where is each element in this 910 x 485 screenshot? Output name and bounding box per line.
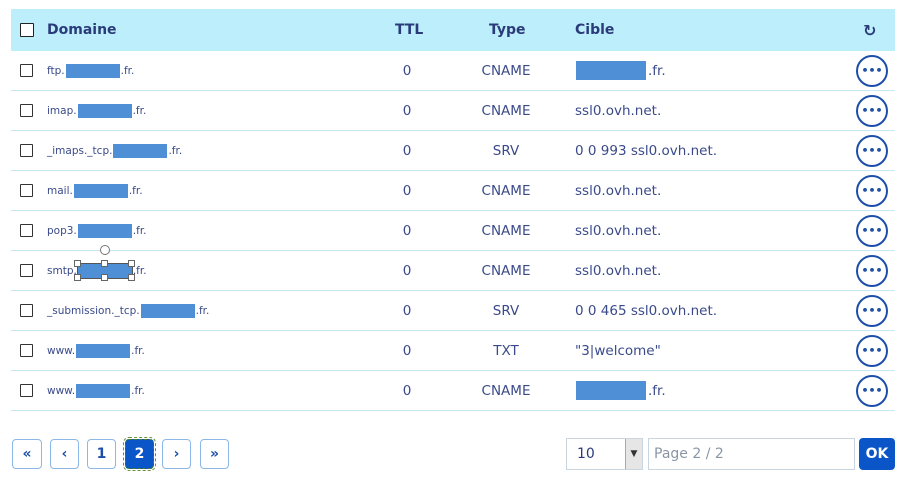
type-cell: CNAME: [481, 262, 531, 279]
table-row: imap. .fr. 0 CNAME ssl0.ovh.net. •••: [11, 91, 895, 131]
row-actions-button[interactable]: •••: [856, 214, 888, 247]
column-header-ttl[interactable]: TTL: [395, 22, 423, 38]
redaction-box: [65, 63, 120, 78]
ttl-cell: 0: [402, 382, 412, 399]
table-row: ftp. .fr. 0 CNAME .fr. •••: [11, 51, 895, 91]
cible-cell: ssl0.ovh.net.: [575, 102, 662, 119]
column-header-cible[interactable]: Cible: [575, 22, 614, 38]
column-header-domain[interactable]: Domaine: [47, 22, 117, 38]
row-checkbox[interactable]: [20, 224, 33, 237]
row-actions-button[interactable]: •••: [856, 294, 888, 327]
redaction-box: [76, 343, 131, 358]
dns-records-table: Domaine TTL Type Cible ↻ ftp. .fr. 0 CNAM…: [11, 9, 895, 411]
table-row: www. .fr. 0 CNAME .fr. •••: [11, 371, 895, 411]
first-page-button[interactable]: «: [12, 439, 42, 469]
redaction-box: [77, 223, 132, 238]
type-cell: CNAME: [481, 62, 531, 79]
page-size-value: 10: [577, 446, 595, 462]
row-checkbox[interactable]: [20, 264, 33, 277]
row-actions-button[interactable]: •••: [856, 334, 888, 367]
domain-cell: _submission._tcp. .fr.: [47, 303, 210, 318]
resize-handle[interactable]: [101, 260, 108, 267]
table-row: pop3. .fr. 0 CNAME ssl0.ovh.net. •••: [11, 211, 895, 251]
domain-cell: imap. .fr.: [47, 103, 147, 118]
redaction-box: [77, 103, 132, 118]
cible-cell: 0 0 993 ssl0.ovh.net.: [575, 142, 718, 159]
ttl-cell: 0: [402, 262, 412, 279]
row-checkbox[interactable]: [20, 64, 33, 77]
row-checkbox[interactable]: [20, 304, 33, 317]
row-actions-button[interactable]: •••: [856, 374, 888, 407]
row-actions-button[interactable]: •••: [856, 134, 888, 167]
row-actions-button[interactable]: •••: [856, 254, 888, 287]
cible-cell: ssl0.ovh.net.: [575, 222, 662, 239]
row-checkbox[interactable]: [20, 384, 33, 397]
chevron-down-icon[interactable]: ▼: [625, 439, 642, 469]
domain-cell: www. .fr.: [47, 343, 145, 358]
row-actions-button[interactable]: •••: [856, 94, 888, 127]
redaction-box: [76, 383, 131, 398]
table-header: Domaine TTL Type Cible ↻: [11, 9, 895, 51]
page-1-button[interactable]: 1: [87, 439, 116, 469]
ttl-cell: 0: [402, 62, 412, 79]
resize-handle[interactable]: [74, 274, 81, 281]
last-page-button[interactable]: »: [200, 439, 229, 469]
redaction-box: [576, 61, 646, 80]
cible-cell: .fr.: [575, 61, 666, 80]
domain-cell: _imaps._tcp. .fr.: [47, 143, 183, 158]
ttl-cell: 0: [402, 342, 412, 359]
redaction-box: [73, 183, 128, 198]
redaction-box: [113, 143, 168, 158]
redaction-box: [140, 303, 195, 318]
column-header-type[interactable]: Type: [489, 22, 526, 38]
ttl-cell: 0: [402, 222, 412, 239]
table-row: www. .fr. 0 TXT "3|welcome" •••: [11, 331, 895, 371]
ttl-cell: 0: [402, 182, 412, 199]
resize-handle[interactable]: [74, 260, 81, 267]
table-row: smtp. .fr. 0 CNAME ssl0.ovh.net. •••: [11, 245, 895, 291]
domain-cell: ftp. .fr.: [47, 63, 135, 78]
row-actions-button[interactable]: •••: [856, 54, 888, 87]
previous-page-button[interactable]: ‹: [50, 439, 79, 469]
rotate-handle[interactable]: [100, 245, 110, 255]
resize-handle[interactable]: [128, 274, 135, 281]
ttl-cell: 0: [402, 102, 412, 119]
type-cell: SRV: [492, 302, 520, 319]
table-row: mail. .fr. 0 CNAME ssl0.ovh.net. •••: [11, 171, 895, 211]
page-2-button[interactable]: 2: [123, 437, 156, 471]
page-number-input[interactable]: Page 2 / 2: [648, 438, 855, 470]
row-actions-button[interactable]: •••: [856, 174, 888, 207]
resize-handle[interactable]: [128, 260, 135, 267]
cible-cell: 0 0 465 ssl0.ovh.net.: [575, 302, 718, 319]
resize-handle[interactable]: [101, 274, 108, 281]
domain-cell: mail. .fr.: [47, 183, 143, 198]
type-cell: CNAME: [481, 382, 531, 399]
type-cell: SRV: [492, 142, 520, 159]
row-checkbox[interactable]: [20, 104, 33, 117]
cible-cell: ssl0.ovh.net.: [575, 262, 662, 279]
table-row: _submission._tcp. .fr. 0 SRV 0 0 465 ssl0…: [11, 291, 895, 331]
refresh-icon[interactable]: ↻: [863, 21, 876, 40]
cible-cell: .fr.: [575, 381, 666, 400]
type-cell: CNAME: [481, 102, 531, 119]
row-checkbox[interactable]: [20, 184, 33, 197]
next-page-button[interactable]: ›: [162, 439, 191, 469]
redaction-box: [576, 381, 646, 400]
cible-cell: "3|welcome": [575, 342, 661, 359]
domain-cell: pop3. .fr.: [47, 223, 147, 238]
table-row: _imaps._tcp. .fr. 0 SRV 0 0 993 ssl0.ovh.…: [11, 131, 895, 171]
select-all-checkbox[interactable]: [20, 23, 34, 37]
ttl-cell: 0: [402, 142, 412, 159]
type-cell: CNAME: [481, 182, 531, 199]
type-cell: CNAME: [481, 222, 531, 239]
page-size-select[interactable]: 10 ▼: [566, 438, 643, 470]
ok-button[interactable]: OK: [859, 438, 895, 470]
row-checkbox[interactable]: [20, 344, 33, 357]
ttl-cell: 0: [402, 302, 412, 319]
type-cell: TXT: [493, 342, 519, 359]
row-checkbox[interactable]: [20, 144, 33, 157]
domain-cell: www. .fr.: [47, 383, 145, 398]
cible-cell: ssl0.ovh.net.: [575, 182, 662, 199]
